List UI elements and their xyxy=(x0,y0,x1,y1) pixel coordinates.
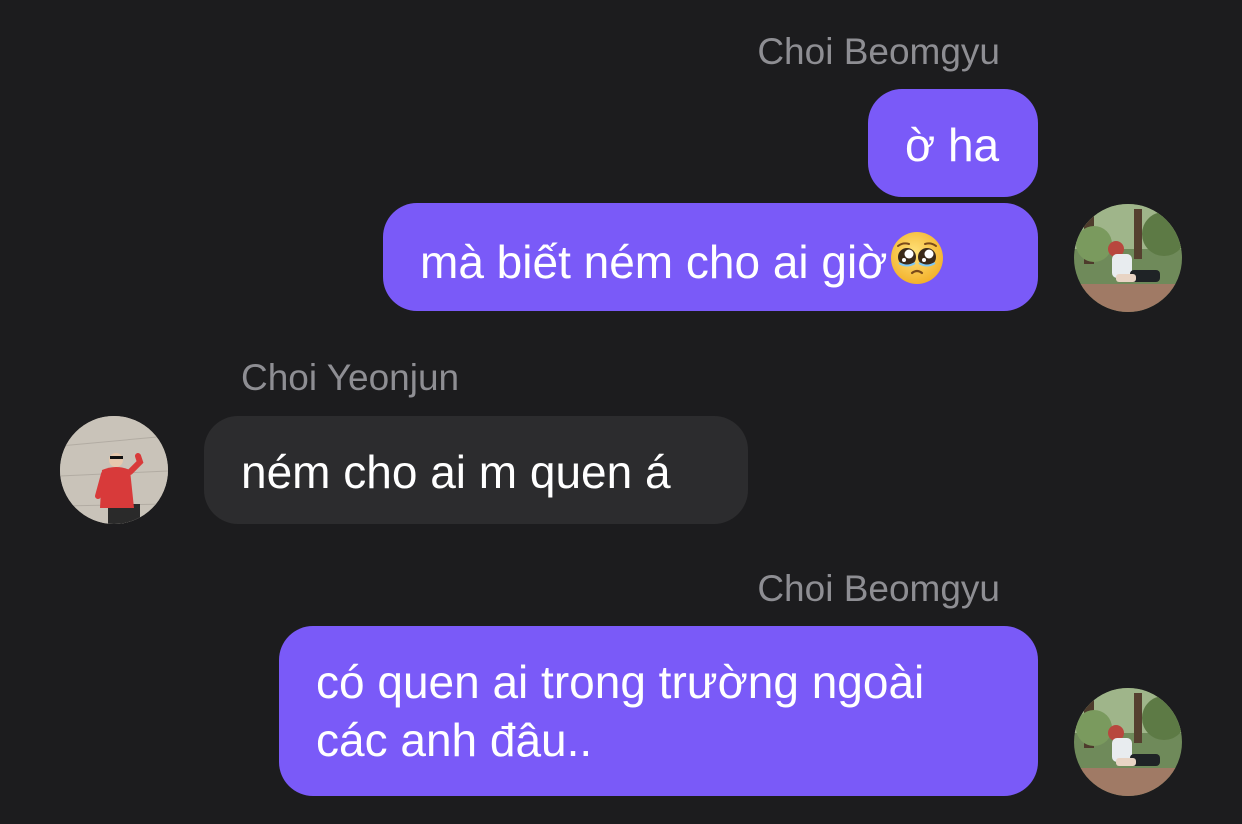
pleading-face-emoji xyxy=(891,232,944,284)
message-bubble-outgoing[interactable]: mà biết ném cho ai giờ xyxy=(383,203,1038,311)
avatar-yeonjun[interactable] xyxy=(60,416,168,524)
message-text: ờ ha xyxy=(905,119,1000,171)
avatar-beomgyu[interactable] xyxy=(1074,204,1182,312)
message-bubble-outgoing[interactable]: ờ ha xyxy=(868,89,1038,197)
avatar-beomgyu[interactable] xyxy=(1074,688,1182,796)
sender-name-beomgyu: Choi Beomgyu xyxy=(757,568,1000,609)
message-text: mà biết ném cho ai giờ xyxy=(420,236,888,288)
message-bubble-incoming[interactable]: ném cho ai m quen á xyxy=(204,416,748,524)
sender-name-beomgyu: Choi Beomgyu xyxy=(757,31,1000,72)
sender-name-yeonjun: Choi Yeonjun xyxy=(241,357,460,398)
message-bubble-outgoing[interactable]: có quen ai trong trường ngoài các anh đâ… xyxy=(279,626,1038,796)
chat-thread: Choi Beomgyu ờ ha mà biết ném cho ai giờ xyxy=(0,0,1242,824)
message-text: ném cho ai m quen á xyxy=(241,446,671,498)
message-text-line: các anh đâu.. xyxy=(316,714,593,766)
message-text-line: có quen ai trong trường ngoài xyxy=(316,656,925,708)
